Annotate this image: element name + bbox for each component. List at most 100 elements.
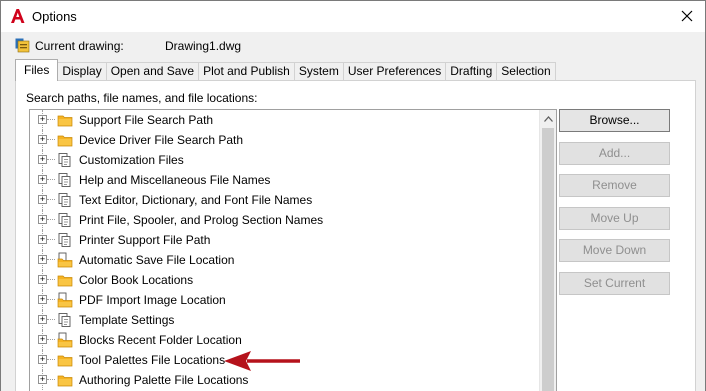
tree-line xyxy=(47,159,55,160)
tree-item-label: Help and Miscellaneous File Names xyxy=(79,173,271,187)
tree-line xyxy=(47,379,55,380)
expand-icon[interactable]: + xyxy=(38,295,47,304)
tree-line xyxy=(47,139,55,140)
tree-item[interactable]: + Help and Miscellaneous File Names xyxy=(30,170,540,190)
tab-drafting[interactable]: Drafting xyxy=(446,62,498,81)
current-drawing-label: Current drawing: xyxy=(35,39,124,53)
tree-item-label: Tool Palettes File Locations xyxy=(79,353,226,367)
tree-line xyxy=(47,339,55,340)
files-icon xyxy=(57,312,73,328)
files-icon xyxy=(57,172,73,188)
expand-icon[interactable]: + xyxy=(38,135,47,144)
expand-icon[interactable]: + xyxy=(38,115,47,124)
folder-icon xyxy=(57,352,73,368)
files-icon xyxy=(57,232,73,248)
tree-line xyxy=(47,219,55,220)
files-icon xyxy=(57,212,73,228)
tree-item-label: Print File, Spooler, and Prolog Section … xyxy=(79,213,324,227)
folder-icon xyxy=(57,132,73,148)
tree-item-label: Device Driver File Search Path xyxy=(79,133,244,147)
folder-file-icon xyxy=(57,252,73,268)
tree-item-label: Printer Support File Path xyxy=(79,233,211,247)
tab-files[interactable]: Files xyxy=(15,59,59,81)
tree-line xyxy=(47,299,55,300)
tree-item-label: Authoring Palette File Locations xyxy=(79,373,249,387)
tree-item-label: Blocks Recent Folder Location xyxy=(79,333,242,347)
tree-item[interactable]: + PDF Import Image Location xyxy=(30,290,540,310)
tree-item[interactable]: + Printer Support File Path xyxy=(30,230,540,250)
tree-item-label: Customization Files xyxy=(79,153,184,167)
tree-line xyxy=(47,259,55,260)
options-tabs: Files Display Open and Save Plot and Pub… xyxy=(15,59,556,81)
tree-item[interactable]: + Customization Files xyxy=(30,150,540,170)
remove-button[interactable]: Remove xyxy=(559,174,670,197)
tab-open-and-save[interactable]: Open and Save xyxy=(106,62,200,81)
tree-line xyxy=(47,179,55,180)
tree-item[interactable]: + Blocks Recent Folder Location xyxy=(30,330,540,350)
folder-icon xyxy=(57,112,73,128)
expand-icon[interactable]: + xyxy=(38,275,47,284)
expand-icon[interactable]: + xyxy=(38,235,47,244)
options-dialog: Options Current drawing: Drawing1.dwg Fi… xyxy=(0,0,706,391)
tree-item-label: PDF Import Image Location xyxy=(79,293,226,307)
expand-icon[interactable]: + xyxy=(38,155,47,164)
tree-item[interactable]: + Template Settings xyxy=(30,310,540,330)
set-current-button[interactable]: Set Current xyxy=(559,272,670,295)
tree-item[interactable]: + Automatic Save File Location xyxy=(30,250,540,270)
expand-icon[interactable]: + xyxy=(38,215,47,224)
tree-item-label: Template Settings xyxy=(79,313,175,327)
tree-line xyxy=(47,319,55,320)
add-button[interactable]: Add... xyxy=(559,142,670,165)
files-icon xyxy=(57,192,73,208)
close-icon xyxy=(681,10,693,22)
annotation-arrow xyxy=(224,351,300,371)
tab-display[interactable]: Display xyxy=(58,62,107,81)
current-drawing-value: Drawing1.dwg xyxy=(165,39,242,53)
expand-icon[interactable]: + xyxy=(38,195,47,204)
expand-icon[interactable]: + xyxy=(38,375,47,384)
tree-item[interactable]: + Text Editor, Dictionary, and Font File … xyxy=(30,190,540,210)
tree-line xyxy=(47,119,55,120)
scroll-up-button[interactable] xyxy=(540,110,556,127)
tab-plot-and-publish[interactable]: Plot and Publish xyxy=(199,62,295,81)
move-down-button[interactable]: Move Down xyxy=(559,239,670,262)
expand-icon[interactable]: + xyxy=(38,335,47,344)
chevron-up-icon xyxy=(543,115,553,122)
close-button[interactable] xyxy=(669,1,705,31)
tab-system[interactable]: System xyxy=(294,62,344,81)
folder-file-icon xyxy=(57,332,73,348)
tree-item[interactable]: + Print File, Spooler, and Prolog Section… xyxy=(30,210,540,230)
vertical-scrollbar[interactable] xyxy=(539,110,556,391)
files-panel: Search paths, file names, and file locat… xyxy=(15,80,696,391)
folder-file-icon xyxy=(57,292,73,308)
folder-icon xyxy=(57,372,73,388)
tree-item-label: Support File Search Path xyxy=(79,113,214,127)
browse-button[interactable]: Browse... xyxy=(559,109,670,132)
autocad-a-icon xyxy=(11,9,25,23)
folder-icon xyxy=(57,272,73,288)
files-icon xyxy=(57,152,73,168)
expand-icon[interactable]: + xyxy=(38,315,47,324)
window-title: Options xyxy=(32,9,77,24)
tree-line xyxy=(47,239,55,240)
tree-item[interactable]: + Device Driver File Search Path xyxy=(30,130,540,150)
tree-line xyxy=(47,279,55,280)
expand-icon[interactable]: + xyxy=(38,175,47,184)
title-bar: Options xyxy=(1,1,705,32)
files-panel-label: Search paths, file names, and file locat… xyxy=(26,91,258,105)
move-up-button[interactable]: Move Up xyxy=(559,207,670,230)
expand-icon[interactable]: + xyxy=(38,255,47,264)
tab-user-preferences[interactable]: User Preferences xyxy=(343,62,447,81)
tree-item[interactable]: + Color Book Locations xyxy=(30,270,540,290)
tree-item-label: Automatic Save File Location xyxy=(79,253,235,267)
tree-item-label: Color Book Locations xyxy=(79,273,194,287)
tab-selection[interactable]: Selection xyxy=(497,62,556,81)
dialog-body: Current drawing: Drawing1.dwg Files Disp… xyxy=(1,32,705,391)
scroll-thumb[interactable] xyxy=(542,128,554,391)
tree-item-label: Text Editor, Dictionary, and Font File N… xyxy=(79,193,313,207)
expand-icon[interactable]: + xyxy=(38,355,47,364)
tree-line xyxy=(47,199,55,200)
tree-line xyxy=(47,359,55,360)
drawing-icon xyxy=(15,38,30,53)
tree-item[interactable]: + Support File Search Path xyxy=(30,110,540,130)
